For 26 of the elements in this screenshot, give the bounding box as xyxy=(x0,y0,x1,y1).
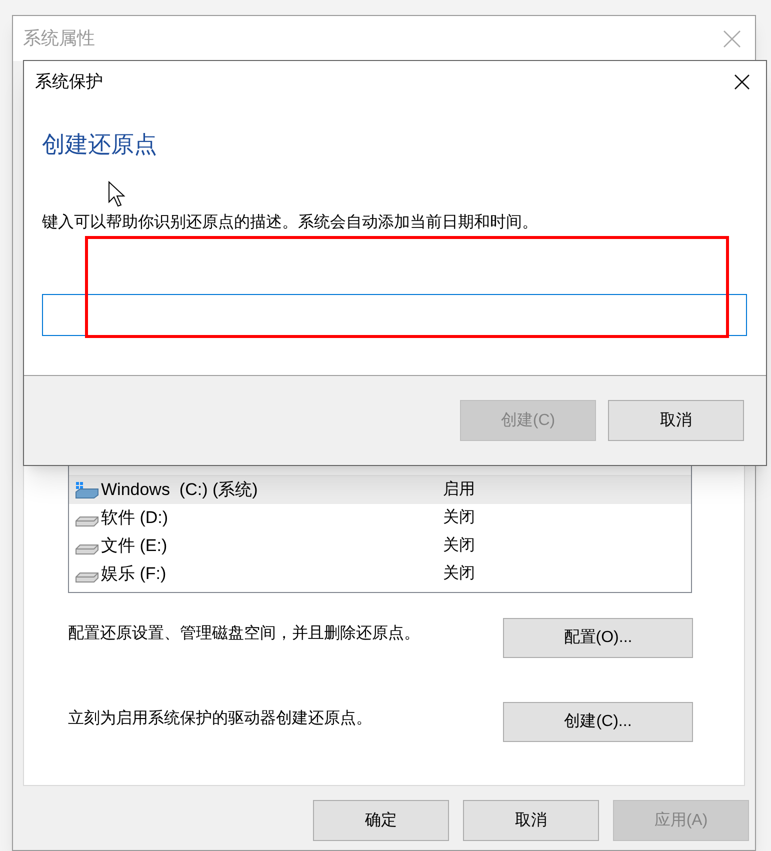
dialog-title: 系统保护 xyxy=(35,71,103,94)
drive-name: 文件 (E:) xyxy=(101,535,168,558)
dialog-button[interactable]: 确定 xyxy=(313,800,449,841)
drive-row[interactable]: Windows (C:) (系统) 启用 xyxy=(69,476,691,504)
drive-icon xyxy=(75,481,99,499)
protection-status: 关闭 xyxy=(443,536,475,556)
drive-icon xyxy=(75,544,99,555)
configure-text: 配置还原设置、管理磁盘空间，并且删除还原点。 xyxy=(68,624,420,644)
configure-button[interactable]: 配置(O)... xyxy=(503,618,693,658)
protection-status: 启用 xyxy=(443,480,475,500)
drive-name: Windows (C:) (系统) xyxy=(101,479,259,502)
drive-icon xyxy=(75,516,99,527)
pointer-icon xyxy=(108,181,126,207)
protection-status: 关闭 xyxy=(443,508,475,528)
create-text: 立刻为启用系统保护的驱动器创建还原点。 xyxy=(68,708,372,729)
drive-name: 娱乐 (F:) xyxy=(101,563,168,586)
description-text: 键入可以帮助你识别还原点的描述。系统会自动添加当前日期和时间。 xyxy=(42,212,538,233)
protection-status: 关闭 xyxy=(443,564,475,584)
drive-icon xyxy=(75,572,99,583)
dialog-button[interactable]: 取消 xyxy=(608,400,744,441)
dialog-heading: 创建还原点 xyxy=(42,130,157,159)
window-title: 系统属性 xyxy=(23,27,95,50)
close-icon[interactable] xyxy=(734,74,750,90)
create-button[interactable]: 创建(C)... xyxy=(503,702,693,742)
dialog-button[interactable]: 取消 xyxy=(463,800,599,841)
drive-name: 软件 (D:) xyxy=(101,507,170,530)
